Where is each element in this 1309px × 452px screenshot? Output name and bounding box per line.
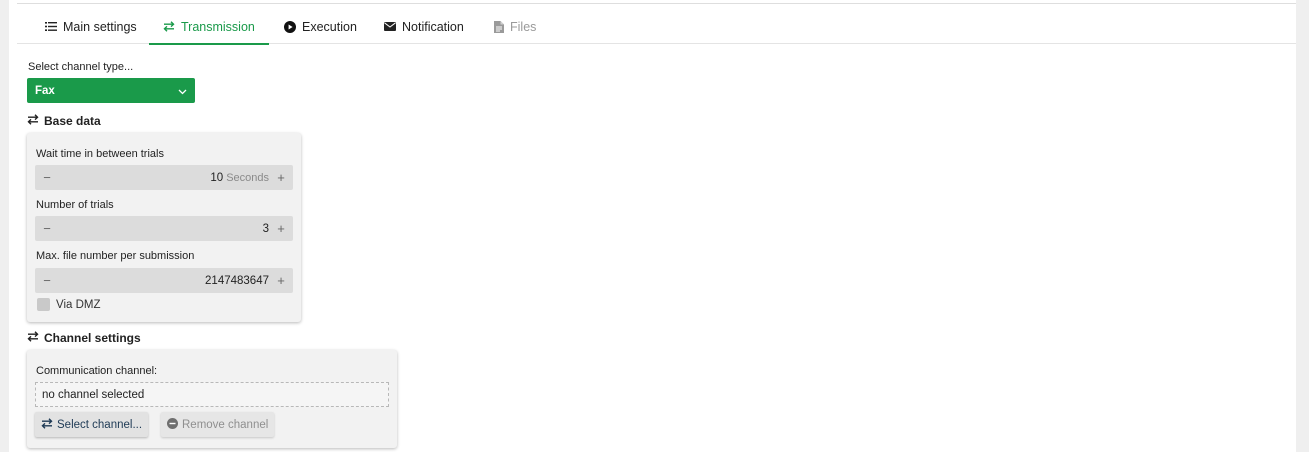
base-data-panel: Wait time in between trials − 10 Seconds… (27, 133, 301, 322)
channel-settings-panel: Communication channel: no channel select… (27, 350, 397, 448)
minus-circle-icon (167, 417, 178, 432)
decrement-button[interactable]: − (37, 216, 57, 241)
max-files-stepper[interactable]: − 2147483647 + (35, 268, 293, 293)
max-files-value: 2147483647 (205, 274, 269, 287)
num-trials-value: 3 (262, 222, 269, 235)
decrement-button[interactable]: − (37, 165, 57, 190)
wait-time-unit: Seconds (226, 171, 269, 184)
select-channel-button[interactable]: Select channel... (35, 412, 149, 437)
transfer-arrows-icon (41, 417, 53, 432)
tab-label: Notification (402, 19, 464, 34)
section-title-text: Base data (44, 114, 101, 128)
tab-main-settings[interactable]: Main settings (43, 9, 139, 44)
chevron-down-icon (178, 86, 187, 98)
wait-time-value: 10 (210, 171, 224, 184)
tab-files[interactable]: Files (492, 9, 538, 44)
envelope-icon (384, 22, 396, 31)
section-title-text: Channel settings (44, 331, 141, 345)
tab-notification[interactable]: Notification (382, 9, 466, 44)
increment-button[interactable]: + (271, 165, 291, 190)
tab-label: Transmission (181, 19, 255, 34)
num-trials-value-group: 3 (263, 216, 269, 241)
file-icon (494, 20, 504, 33)
channel-type-label: Select channel type... (28, 61, 134, 73)
active-tab-underline (149, 43, 269, 45)
wait-time-label: Wait time in between trials (36, 148, 164, 160)
transfer-arrows-icon (27, 114, 39, 128)
channel-settings-heading: Channel settings (27, 331, 141, 345)
tab-label: Execution (302, 19, 357, 34)
comm-channel-label: Communication channel: (36, 365, 158, 377)
play-circle-icon (284, 20, 296, 33)
via-dmz-label: Via DMZ (56, 298, 101, 311)
decrement-button[interactable]: − (37, 268, 57, 293)
top-divider (17, 3, 1296, 4)
via-dmz-checkbox[interactable] (37, 298, 50, 311)
num-trials-stepper[interactable]: − 3 + (35, 216, 293, 241)
num-trials-label: Number of trials (36, 199, 114, 211)
increment-button[interactable]: + (271, 216, 291, 241)
max-files-value-group: 2147483647 (205, 268, 269, 293)
tab-label: Files (510, 19, 537, 34)
channel-type-value: Fax (35, 84, 55, 97)
tab-execution[interactable]: Execution (282, 9, 359, 44)
max-files-label: Max. file number per submission (36, 250, 195, 262)
increment-button[interactable]: + (271, 268, 291, 293)
channel-type-select[interactable]: Fax (27, 78, 195, 103)
tab-transmission[interactable]: Transmission (149, 9, 269, 45)
comm-channel-value: no channel selected (42, 388, 145, 401)
transfer-arrows-icon (163, 21, 175, 32)
transfer-arrows-icon (27, 331, 39, 345)
tab-label: Main settings (63, 19, 137, 34)
settings-frame: Main settings Transmission Execution Not… (9, 0, 1296, 452)
tab-bar: Main settings Transmission Execution Not… (17, 9, 1296, 45)
wait-time-value-group: 10 Seconds (210, 165, 269, 190)
remove-channel-button[interactable]: Remove channel (161, 412, 275, 437)
comm-channel-field: no channel selected (35, 382, 389, 407)
base-data-heading: Base data (27, 114, 101, 128)
via-dmz-row: Via DMZ (37, 298, 101, 311)
list-icon (45, 21, 57, 32)
button-label: Select channel... (57, 418, 143, 431)
wait-time-stepper[interactable]: − 10 Seconds + (35, 165, 293, 190)
button-label: Remove channel (182, 418, 269, 431)
